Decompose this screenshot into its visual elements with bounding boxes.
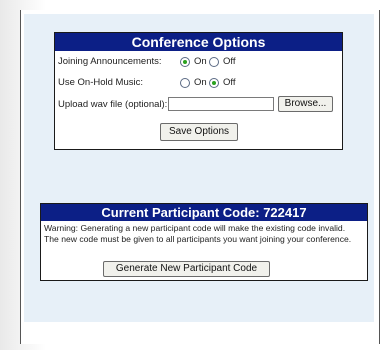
participant-code-title: Current Participant Code: 722417: [41, 204, 367, 221]
joining-announcements-label: Joining Announcements:: [58, 56, 162, 67]
browse-button[interactable]: Browse...: [278, 96, 333, 112]
generate-new-code-button[interactable]: Generate New Participant Code: [103, 261, 270, 277]
upload-wav-label: Upload wav file (optional):: [58, 99, 168, 110]
warning-line-1: Warning: Generating a new participant co…: [44, 223, 346, 233]
save-options-button[interactable]: Save Options: [160, 123, 238, 141]
joining-announcements-off-radio[interactable]: [209, 57, 219, 67]
joining-announcements-on-radio[interactable]: [180, 57, 190, 67]
warning-line-2: The new code must be given to all partic…: [44, 233, 352, 244]
joining-announcements-off-label: Off: [223, 56, 236, 67]
on-hold-music-off-radio[interactable]: [209, 78, 219, 88]
participant-code-warning: Warning: Generating a new participant co…: [44, 223, 364, 244]
conference-options-title: Conference Options: [55, 33, 342, 51]
upload-wav-input[interactable]: [168, 97, 274, 111]
participant-code-panel: Current Participant Code: 722417 Warning…: [40, 203, 368, 281]
on-hold-music-on-radio[interactable]: [180, 78, 190, 88]
joining-announcements-on-label: On: [194, 56, 207, 67]
conference-options-panel: Conference Options Joining Announcements…: [54, 32, 343, 150]
on-hold-music-on-label: On: [194, 77, 207, 88]
on-hold-music-label: Use On-Hold Music:: [58, 77, 143, 88]
on-hold-music-off-label: Off: [223, 77, 236, 88]
